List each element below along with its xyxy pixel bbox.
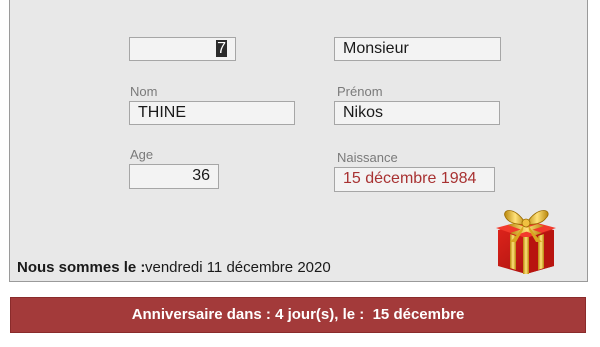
naissance-label: Naissance (337, 150, 398, 165)
age-label: Age (130, 147, 154, 162)
nom-field[interactable]: THINE (129, 101, 295, 125)
age-value: 36 (192, 167, 210, 184)
date-value: vendredi 11 décembre 2020 (145, 259, 331, 276)
civilite-field[interactable]: Monsieur (334, 37, 501, 61)
nom-value: THINE (138, 104, 186, 121)
civilite-value: Monsieur (343, 40, 409, 57)
prenom-value: Nikos (343, 104, 384, 121)
naissance-value: 15 décembre 1984 (343, 170, 477, 187)
prenom-label: Prénom (337, 84, 383, 99)
naissance-field[interactable]: 15 décembre 1984 (334, 167, 495, 192)
id-field[interactable]: 7 (129, 37, 236, 61)
date-label: Nous sommes le : (17, 259, 146, 276)
id-value: 7 (216, 40, 227, 57)
age-field[interactable]: 36 (129, 164, 219, 189)
nom-label: Nom (130, 84, 158, 99)
birthday-banner: Anniversaire dans : 4 jour(s), le : 15 d… (10, 297, 586, 333)
prenom-field[interactable]: Nikos (334, 101, 500, 125)
gift-icon (496, 210, 556, 274)
